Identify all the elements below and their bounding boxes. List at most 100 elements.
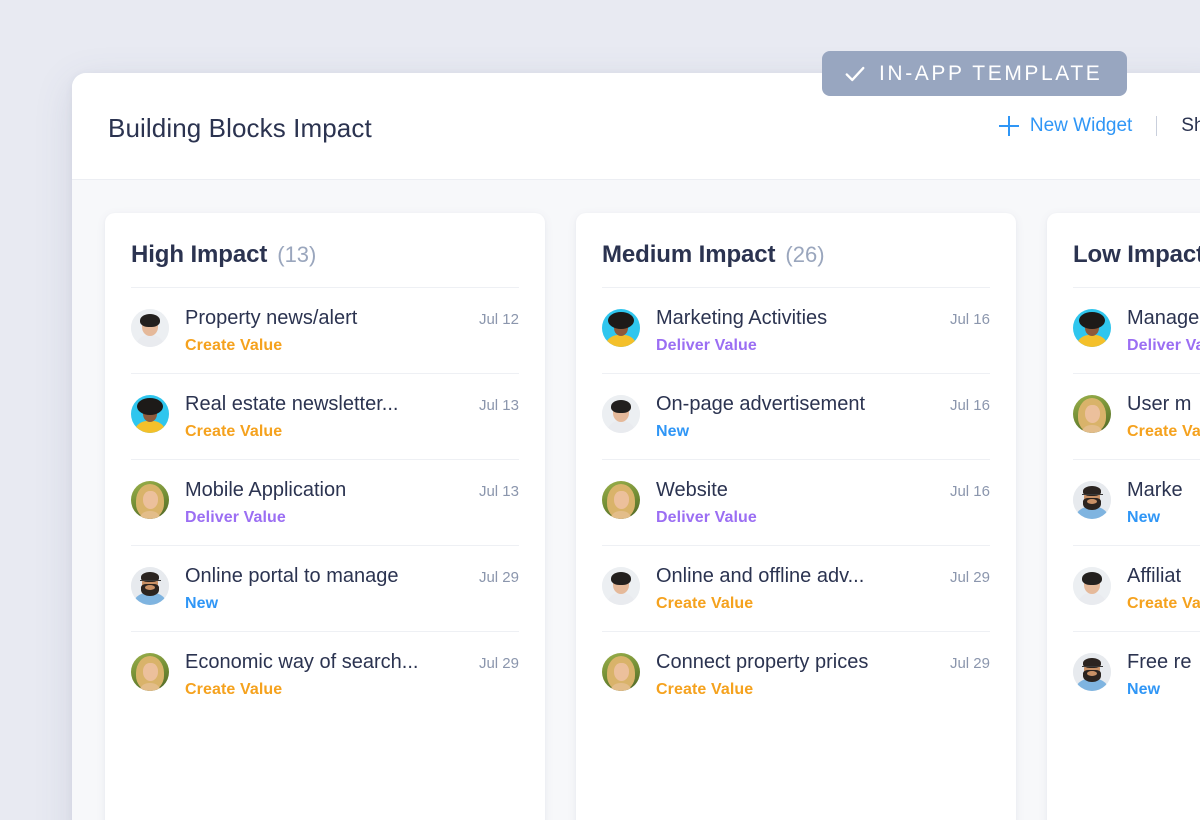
screen-root: Building Blocks Impact New Widget Share … <box>0 0 1200 820</box>
task-title: Real estate newsletter... <box>185 393 399 415</box>
task-body: Marketing Activities Jul 16 Deliver Value <box>656 307 990 355</box>
column-count: (26) <box>785 242 825 267</box>
task-item[interactable]: User m Create Value <box>1073 373 1200 459</box>
task-item[interactable]: Free re New <box>1073 631 1200 717</box>
avatar-hair <box>611 572 631 585</box>
impact-column: High Impact (13) Property news/alert Jul 12… <box>105 213 545 820</box>
task-title: Property news/alert <box>185 307 358 329</box>
avatar-beard <box>141 584 159 596</box>
new-widget-label: New Widget <box>1029 115 1133 136</box>
task-row: Economic way of search... Jul 29 <box>185 651 519 674</box>
avatar-beard <box>1083 670 1101 682</box>
task-body: Affiliat Create Value <box>1127 565 1200 613</box>
header-divider <box>1156 116 1158 136</box>
task-body: On-page advertisement Jul 16 New <box>656 393 990 441</box>
avatar-hair <box>608 312 634 329</box>
task-tag: Create Value <box>1127 595 1200 612</box>
avatar <box>131 395 169 433</box>
column-title: Medium Impact <box>602 241 776 268</box>
avatar-glasses <box>140 580 161 585</box>
task-title: Online portal to manage <box>185 565 399 587</box>
avatar <box>602 481 640 519</box>
task-title: User m <box>1127 393 1192 415</box>
task-item[interactable]: Marketing Activities Jul 16 Deliver Value <box>602 287 990 373</box>
task-tag: New <box>1127 509 1161 526</box>
task-tag: New <box>1127 681 1161 698</box>
task-title: Marke <box>1127 479 1183 501</box>
task-tag: Deliver Value <box>1127 337 1200 354</box>
task-item[interactable]: Affiliat Create Value <box>1073 545 1200 631</box>
avatar-hair <box>140 314 160 327</box>
avatar <box>1073 309 1111 347</box>
task-date: Jul 13 <box>478 397 519 414</box>
task-item[interactable]: Property news/alert Jul 12 Create Value <box>131 287 519 373</box>
task-body: Property news/alert Jul 12 Create Value <box>185 307 519 355</box>
avatar-beard <box>1083 498 1101 510</box>
task-date: Jul 16 <box>949 483 990 500</box>
in-app-template-label: IN-APP TEMPLATE <box>879 61 1103 85</box>
task-row: Online portal to manage Jul 29 <box>185 565 519 588</box>
avatar <box>1073 567 1111 605</box>
task-tag: Deliver Value <box>656 337 757 354</box>
column-header: Low Impact <box>1073 213 1200 287</box>
task-tag: New <box>185 595 219 612</box>
task-row: On-page advertisement Jul 16 <box>656 393 990 416</box>
task-item[interactable]: Manage Deliver Value <box>1073 287 1200 373</box>
task-row: Free re <box>1127 651 1200 674</box>
avatar <box>131 567 169 605</box>
share-button[interactable]: Share <box>1181 115 1200 137</box>
task-row: Real estate newsletter... Jul 13 <box>185 393 519 416</box>
task-title: Website <box>656 479 728 501</box>
task-item[interactable]: Economic way of search... Jul 29 Create Va… <box>131 631 519 717</box>
task-title: On-page advertisement <box>656 393 866 415</box>
task-item[interactable]: Connect property prices Jul 29 Create Valu… <box>602 631 990 717</box>
task-tag: Deliver Value <box>656 509 757 526</box>
task-row: Online and offline adv... Jul 29 <box>656 565 990 588</box>
task-row: Connect property prices Jul 29 <box>656 651 990 674</box>
task-item[interactable]: Online and offline adv... Jul 29 Create Va… <box>602 545 990 631</box>
avatar-face <box>143 491 158 509</box>
task-tag: Create Value <box>185 337 283 354</box>
task-title: Online and offline adv... <box>656 565 865 587</box>
task-tag: Create Value <box>185 423 283 440</box>
task-item[interactable]: Mobile Application Jul 13 Deliver Value <box>131 459 519 545</box>
task-row: Marke <box>1127 479 1200 502</box>
task-date: Jul 29 <box>949 569 990 586</box>
page-title: Building Blocks Impact <box>108 112 372 143</box>
task-item[interactable]: Online portal to manage Jul 29 New <box>131 545 519 631</box>
task-row: Property news/alert Jul 12 <box>185 307 519 330</box>
task-list: Property news/alert Jul 12 Create Value Rea… <box>131 287 519 717</box>
task-tag: Create Value <box>185 681 283 698</box>
task-body: User m Create Value <box>1127 393 1200 441</box>
task-tag: Create Value <box>656 595 754 612</box>
task-tag: Create Value <box>1127 423 1200 440</box>
task-title: Economic way of search... <box>185 651 419 673</box>
task-title: Marketing Activities <box>656 307 828 329</box>
task-item[interactable]: Real estate newsletter... Jul 13 Create Va… <box>131 373 519 459</box>
avatar-glasses <box>1082 666 1103 671</box>
task-title: Mobile Application <box>185 479 347 501</box>
task-item[interactable]: On-page advertisement Jul 16 New <box>602 373 990 459</box>
task-title: Affiliat <box>1127 565 1182 587</box>
task-row: User m <box>1127 393 1200 416</box>
avatar <box>131 653 169 691</box>
avatar-hair <box>611 400 631 413</box>
column-title: High Impact <box>131 241 268 268</box>
in-app-template-badge: IN-APP TEMPLATE <box>822 51 1128 96</box>
header-actions: New Widget Share <box>998 115 1200 137</box>
task-row: Mobile Application Jul 13 <box>185 479 519 502</box>
avatar <box>1073 653 1111 691</box>
task-row: Affiliat <box>1127 565 1200 588</box>
task-date: Jul 16 <box>949 397 990 414</box>
task-item[interactable]: Website Jul 16 Deliver Value <box>602 459 990 545</box>
avatar-hair <box>1082 572 1102 585</box>
task-body: Mobile Application Jul 13 Deliver Value <box>185 479 519 527</box>
task-list: Manage Deliver Value User m Create Value Mar… <box>1073 287 1200 717</box>
task-tag: New <box>656 423 690 440</box>
task-item[interactable]: Marke New <box>1073 459 1200 545</box>
task-body: Online and offline adv... Jul 29 Create Va… <box>656 565 990 613</box>
new-widget-button[interactable]: New Widget <box>998 115 1133 137</box>
task-row: Manage <box>1127 307 1200 330</box>
avatar-glasses <box>1082 494 1103 499</box>
task-title: Free re <box>1127 651 1192 673</box>
